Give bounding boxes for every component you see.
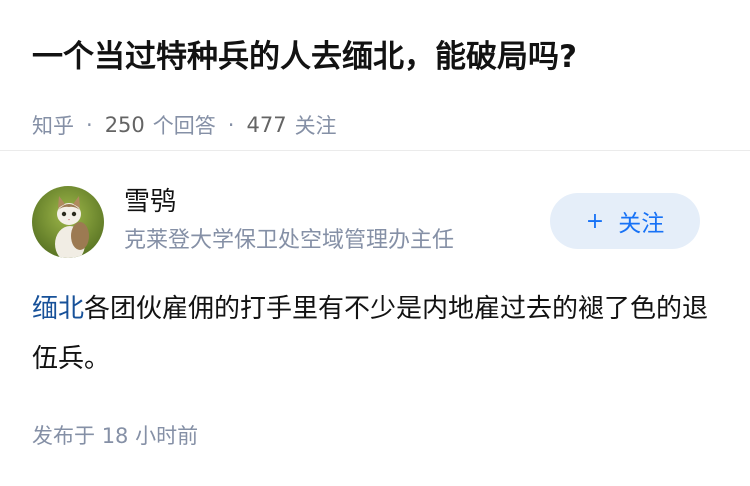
divider [0, 150, 750, 151]
answer-author: 雪鸮 克莱登大学保卫处空域管理办主任 + 关注 [32, 184, 700, 264]
author-name[interactable]: 雪鸮 [124, 184, 454, 220]
question-header: 一个当过特种兵的人去缅北，能破局吗? 知乎 · 250 个回答 · 477 关注 [32, 30, 730, 140]
plus-icon: + [585, 208, 605, 234]
follow-button[interactable]: + 关注 [550, 193, 700, 249]
cat-avatar-icon [32, 186, 104, 258]
follow-count-label[interactable]: 关注 [295, 110, 337, 140]
answer-count: 250 [104, 113, 145, 137]
follow-button-label: 关注 [618, 211, 665, 237]
follow-count: 477 [246, 113, 287, 137]
publish-time: 18 小时前 [101, 424, 199, 448]
publish-label: 发布于 [32, 424, 95, 448]
source-label[interactable]: 知乎 [32, 110, 74, 140]
avatar[interactable] [32, 186, 104, 258]
author-info: 雪鸮 克莱登大学保卫处空域管理办主任 [124, 184, 454, 256]
answer-text: 各团伙雇佣的打手里有不少是内地雇过去的褪了色的退伍兵。 [32, 294, 709, 374]
meta-separator: · [227, 113, 235, 137]
meta-separator: · [86, 113, 93, 137]
author-headline: 克莱登大学保卫处空域管理办主任 [124, 228, 455, 253]
question-title[interactable]: 一个当过特种兵的人去缅北，能破局吗? [32, 30, 730, 84]
keyword-link[interactable]: 缅北 [32, 294, 84, 324]
answer-count-label[interactable]: 个回答 [153, 110, 216, 140]
answer-time[interactable]: 发布于 18 小时前 [32, 420, 198, 450]
answer-content: 缅北各团伙雇佣的打手里有不少是内地雇过去的褪了色的退伍兵。 [32, 284, 710, 384]
question-meta: 知乎 · 250 个回答 · 477 关注 [32, 110, 730, 140]
